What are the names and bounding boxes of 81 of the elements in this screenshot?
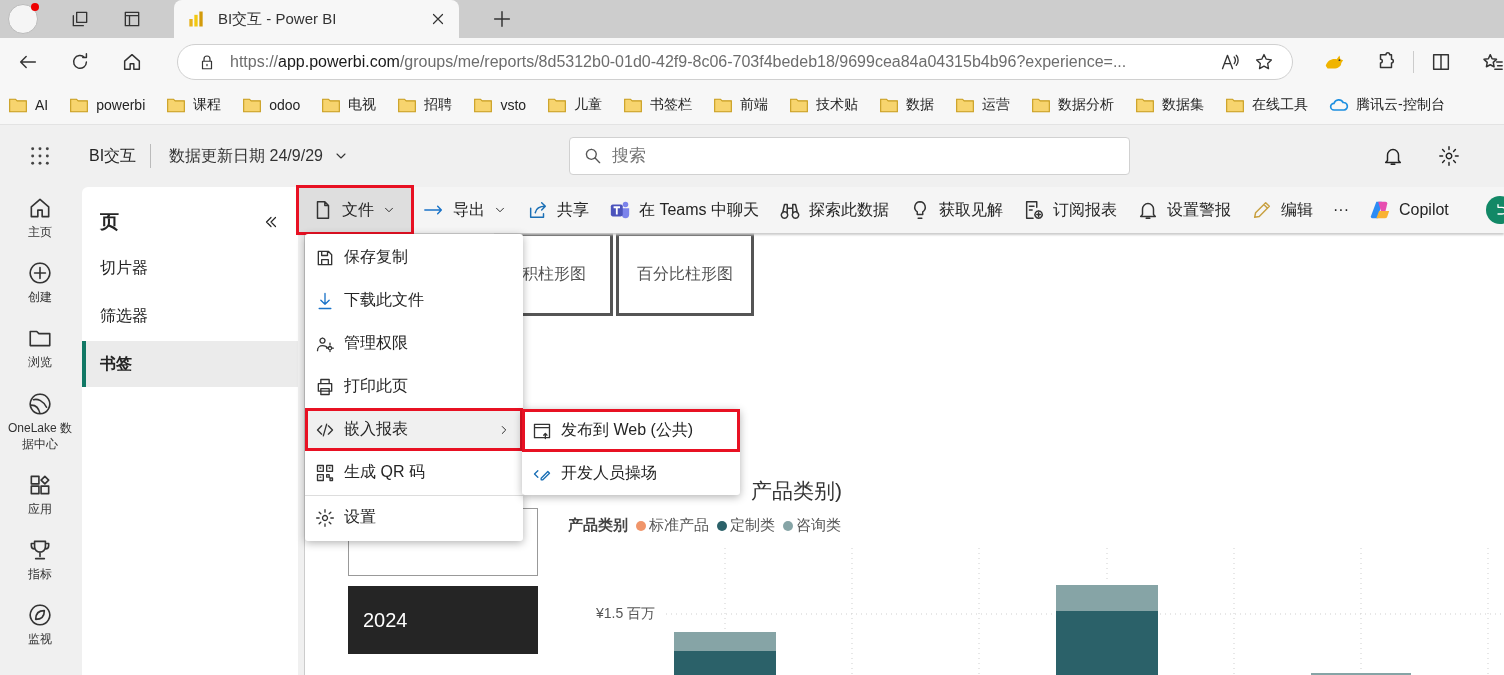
home-icon[interactable] (121, 51, 143, 73)
toolbar-button[interactable]: 导出 (414, 187, 516, 233)
toolbar-button[interactable]: 共享 (518, 187, 598, 233)
bookmark[interactable]: AI (8, 95, 49, 115)
panel-title: 页 (100, 210, 119, 234)
plus-icon[interactable] (491, 8, 513, 30)
favorites-icon[interactable] (1482, 51, 1504, 73)
toolbar-button[interactable]: 编辑 (1242, 187, 1322, 233)
nav-item[interactable]: 主页 (2, 195, 78, 241)
chart-type-button[interactable]: 百分比柱形图 (616, 233, 754, 316)
bookmark[interactable]: 电视 (321, 95, 377, 115)
toolbar-button[interactable]: 获取见解 (900, 187, 1012, 233)
nav-item[interactable]: 创建 (2, 260, 78, 306)
legend-label: 标准产品 (649, 516, 709, 535)
bookmark[interactable]: 腾讯云-控制台 (1329, 95, 1445, 115)
profile-avatar[interactable] (8, 4, 38, 34)
bookmark[interactable]: 技术贴 (789, 95, 859, 115)
bookmark[interactable]: 数据分析 (1031, 95, 1115, 115)
gear-icon (315, 507, 335, 528)
chart-title: 产品类别) (751, 478, 842, 504)
bookmark[interactable]: 招聘 (397, 95, 453, 115)
teams-icon (609, 199, 631, 221)
toolbar-button[interactable]: 探索此数据 (770, 187, 898, 233)
read-aloud-icon[interactable] (1220, 52, 1241, 72)
menu-item[interactable]: 开发人员操场 (522, 452, 740, 495)
bookmark[interactable]: 前端 (713, 95, 769, 115)
toolbar-button[interactable]: 文件 (298, 187, 412, 233)
qr-code-icon (315, 462, 335, 483)
page-item[interactable]: 切片器 (82, 245, 298, 291)
toolbar-button[interactable]: ··· (1324, 187, 1358, 233)
report-name: BI交互 (89, 145, 137, 166)
legend-title: 产品类别 (568, 516, 628, 535)
nav-item[interactable]: 浏览 (2, 325, 78, 371)
address-bar[interactable]: https://app.powerbi.com/groups/me/reports/8d5312b0-01d0-42f9-8c06-703f4bedeb18/9699cea84a04315b4b96?experience=... (177, 44, 1294, 80)
bookmark[interactable]: powerbi (69, 95, 146, 115)
toolbar-button[interactable]: 在 Teams 中聊天 (600, 187, 768, 233)
share-icon (527, 199, 549, 221)
bar-chart-icon (186, 9, 206, 29)
bookmark[interactable]: 数据 (879, 95, 935, 115)
toolbar-button[interactable]: 订阅报表 (1014, 187, 1126, 233)
menu-item[interactable]: 发布到 Web (公共) (522, 409, 740, 452)
subscribe-icon (1023, 199, 1045, 221)
bookmark[interactable]: vsto (473, 95, 527, 115)
search-field[interactable]: 搜索 (568, 137, 1130, 175)
slicer-item[interactable]: 2024 (348, 586, 538, 654)
bookmark[interactable]: 儿童 (547, 95, 603, 115)
star-icon[interactable] (1254, 52, 1275, 72)
tabs-icon[interactable] (70, 9, 90, 29)
menu-item[interactable]: 生成 QR 码 (305, 451, 523, 494)
pencil-icon (1251, 199, 1273, 221)
leaf-icon (27, 602, 53, 629)
menu-item[interactable]: 嵌入报表 (305, 408, 523, 451)
nav-item[interactable]: OneLake 数据中心 (2, 390, 78, 452)
gear-icon[interactable] (1437, 145, 1460, 167)
nav-item[interactable]: 指标 (2, 537, 78, 583)
toolbar-button[interactable]: 设置警报 (1128, 187, 1240, 233)
copilot-icon (1369, 199, 1391, 221)
nav-item[interactable]: 监视 (2, 602, 78, 648)
printer-icon (315, 376, 335, 397)
bookmark[interactable]: 数据集 (1135, 95, 1205, 115)
sidebar-icon[interactable] (122, 9, 142, 29)
page-item[interactable]: 书签 (82, 341, 298, 387)
menu-item[interactable]: 设置 (305, 495, 523, 539)
split-screen-icon[interactable] (1430, 51, 1452, 73)
menu-item[interactable]: 管理权限 (305, 322, 523, 365)
bookmark[interactable]: odoo (242, 95, 301, 115)
bookmark[interactable]: 在线工具 (1225, 95, 1309, 115)
page-item[interactable]: 筛选器 (82, 293, 298, 339)
bookmark[interactable]: 运营 (955, 95, 1011, 115)
refresh-date-dropdown[interactable]: 数据更新日期 24/9/29 (169, 145, 349, 167)
bookmark[interactable]: 课程 (166, 95, 222, 115)
legend-label: 咨询类 (796, 516, 841, 535)
legend-label: 定制类 (730, 516, 775, 535)
nav-item[interactable]: 应用 (2, 471, 78, 518)
toolbar-button[interactable]: Copilot (1360, 187, 1458, 233)
menu-item[interactable]: 打印此页 (305, 365, 523, 408)
browser-tab[interactable]: BI交互 - Power BI (174, 0, 459, 38)
axis-label: ¥1.5 百万 (596, 605, 656, 623)
bookmark[interactable]: 书签栏 (623, 95, 693, 115)
globe-icon (27, 390, 53, 417)
app-launcher-icon[interactable] (29, 145, 51, 167)
